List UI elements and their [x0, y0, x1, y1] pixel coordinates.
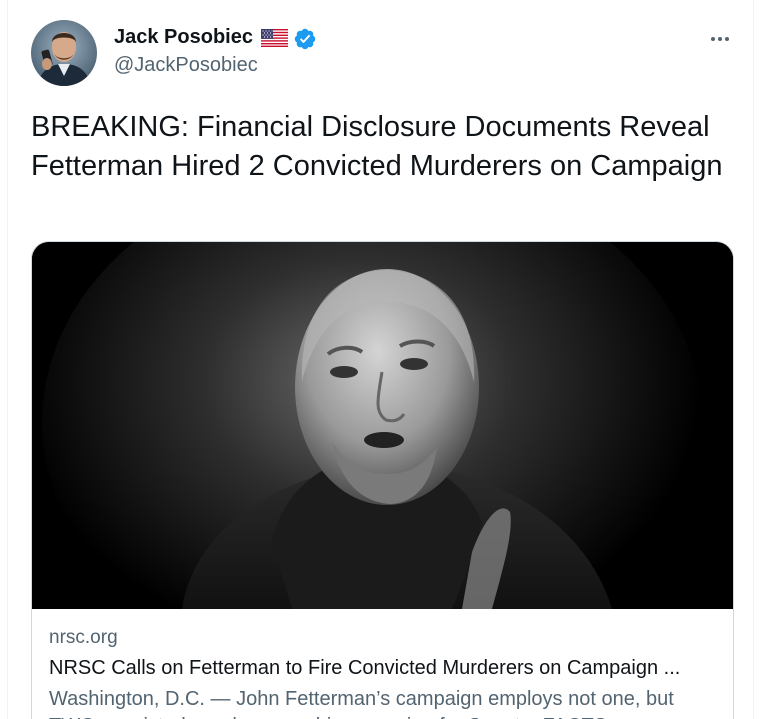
- more-dots-icon[interactable]: [704, 26, 736, 52]
- card-domain: nrsc.org: [49, 627, 118, 648]
- card-image[interactable]: [32, 242, 733, 682]
- verified-badge-icon: [294, 28, 316, 50]
- card-description: Washington, D.C. — John Fetterman’s camp…: [49, 688, 674, 719]
- avatar-photo: [31, 20, 97, 86]
- tweet-container: Jack Posobiec @JackPosobiec BREAKING: Fi…: [7, 0, 754, 719]
- card-title: NRSC Calls on Fetterman to Fire Convicte…: [49, 657, 681, 679]
- link-card[interactable]: nrsc.org NRSC Calls on Fetterman to Fire…: [31, 241, 734, 719]
- author-display-name[interactable]: Jack Posobiec: [114, 26, 253, 49]
- author-handle[interactable]: @JackPosobiec: [114, 54, 258, 77]
- dot: [711, 37, 715, 41]
- us-flag-icon: [261, 29, 288, 47]
- tweet-text: BREAKING: Financial Disclosure Documents…: [31, 111, 723, 182]
- dot: [718, 37, 722, 41]
- dot: [725, 37, 729, 41]
- avatar[interactable]: [31, 20, 97, 86]
- portrait-photo: [32, 242, 733, 682]
